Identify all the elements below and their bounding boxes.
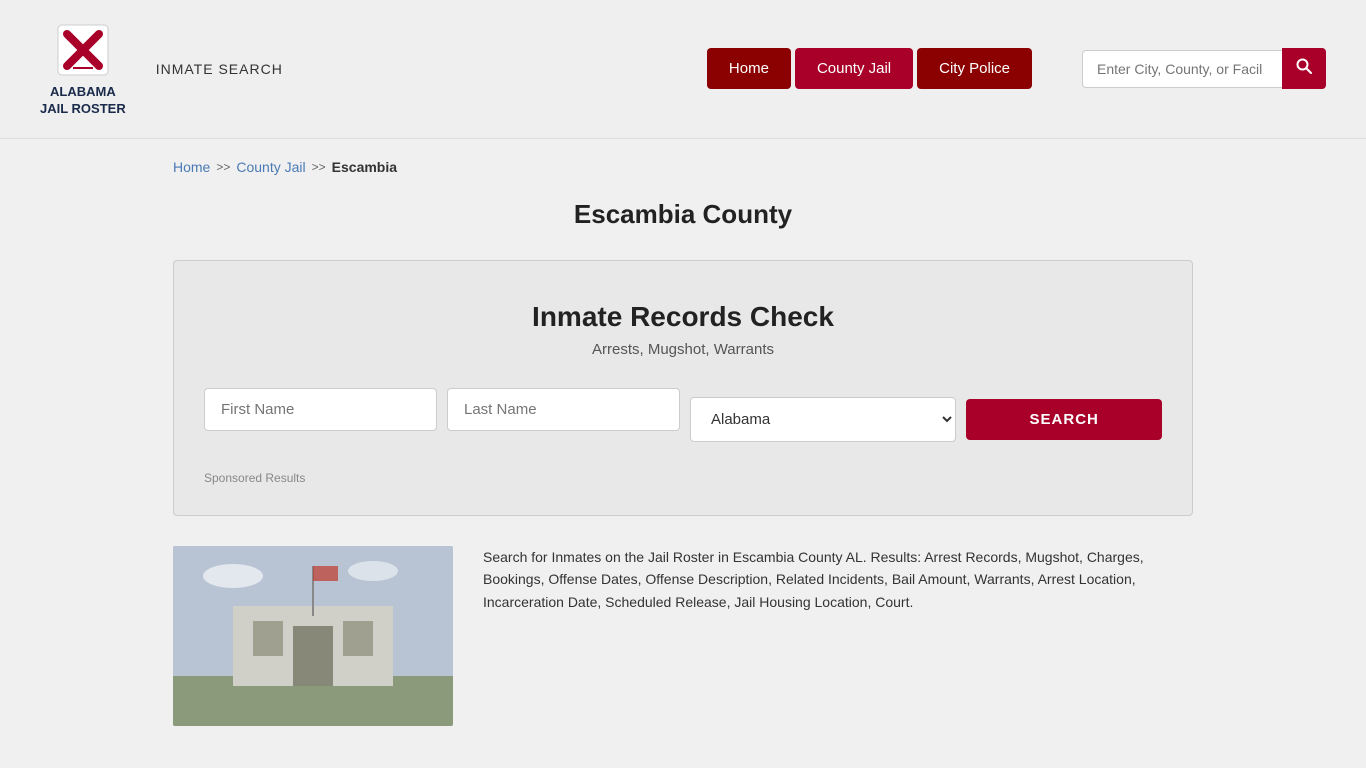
- breadcrumb: Home >> County Jail >> Escambia: [173, 159, 1193, 175]
- nav-buttons: Home County Jail City Police: [707, 48, 1032, 89]
- sponsored-label: Sponsored Results: [204, 471, 1162, 485]
- logo-icon: [53, 20, 113, 80]
- records-subtitle: Arrests, Mugshot, Warrants: [204, 341, 1162, 358]
- state-select[interactable]: AlabamaAlaskaArizonaArkansasCaliforniaCo…: [690, 397, 956, 442]
- site-header: ALABAMAJAIL ROSTER INMATE SEARCH Home Co…: [0, 0, 1366, 139]
- bottom-section: Search for Inmates on the Jail Roster in…: [173, 546, 1193, 726]
- nav-home-button[interactable]: Home: [707, 48, 791, 89]
- inmate-search-form: AlabamaAlaskaArizonaArkansasCaliforniaCo…: [204, 388, 1162, 451]
- last-name-input[interactable]: [447, 388, 680, 431]
- first-name-input[interactable]: [204, 388, 437, 431]
- header-search-bar: [1082, 48, 1326, 89]
- site-logo[interactable]: ALABAMAJAIL ROSTER: [40, 20, 126, 118]
- breadcrumb-sep1: >>: [216, 160, 230, 174]
- header-search-button[interactable]: [1282, 48, 1326, 89]
- search-button[interactable]: SEARCH: [966, 399, 1162, 440]
- breadcrumb-county-jail[interactable]: County Jail: [236, 159, 305, 175]
- description-text: Search for Inmates on the Jail Roster in…: [483, 546, 1193, 613]
- records-check-box: Inmate Records Check Arrests, Mugshot, W…: [173, 260, 1193, 516]
- inmate-search-link[interactable]: INMATE SEARCH: [156, 61, 283, 77]
- logo-text: ALABAMAJAIL ROSTER: [40, 84, 126, 118]
- nav-county-jail-button[interactable]: County Jail: [795, 48, 913, 89]
- header-search-input[interactable]: [1082, 50, 1282, 88]
- breadcrumb-home[interactable]: Home: [173, 159, 210, 175]
- page-title: Escambia County: [173, 199, 1193, 230]
- jail-image: [173, 546, 453, 726]
- records-title: Inmate Records Check: [204, 301, 1162, 333]
- breadcrumb-current: Escambia: [332, 159, 397, 175]
- main-content: Home >> County Jail >> Escambia Escambia…: [133, 139, 1233, 746]
- nav-city-police-button[interactable]: City Police: [917, 48, 1032, 89]
- search-icon: [1296, 58, 1312, 74]
- breadcrumb-sep2: >>: [312, 160, 326, 174]
